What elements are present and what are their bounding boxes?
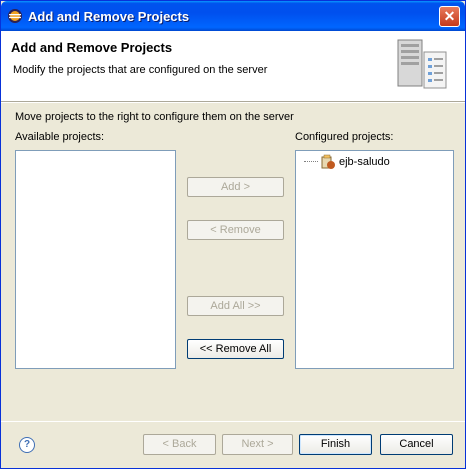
- cancel-button[interactable]: Cancel: [380, 434, 453, 455]
- available-projects-label: Available projects:: [15, 131, 105, 143]
- button-bar-divider: [1, 421, 465, 422]
- close-icon: ✕: [443, 8, 456, 24]
- banner-description: Modify the projects that are configured …: [13, 64, 268, 76]
- banner-divider: [1, 102, 465, 103]
- remove-all-button[interactable]: << Remove All: [187, 339, 284, 359]
- finish-button[interactable]: Finish: [299, 434, 372, 455]
- tree-connector: [304, 161, 318, 163]
- add-button[interactable]: Add >: [187, 177, 284, 197]
- title-bar[interactable]: Add and Remove Projects ✕: [1, 1, 465, 31]
- next-button[interactable]: Next >: [222, 434, 293, 455]
- window-title: Add and Remove Projects: [28, 9, 190, 24]
- back-button[interactable]: < Back: [143, 434, 216, 455]
- eclipse-icon: [8, 9, 22, 23]
- remove-button[interactable]: < Remove: [187, 220, 284, 240]
- configured-projects-list[interactable]: ejb-saludo: [295, 150, 454, 369]
- server-projects-icon: [397, 39, 447, 89]
- tree-item-ejb-saludo[interactable]: ejb-saludo: [304, 154, 390, 170]
- wizard-banner: Add and Remove Projects Modify the proje…: [1, 31, 465, 102]
- dialog-window: Add and Remove Projects ✕ Add and Remove…: [0, 0, 466, 469]
- tree-item-label: ejb-saludo: [339, 156, 390, 168]
- add-all-button[interactable]: Add All >>: [187, 296, 284, 316]
- available-projects-list[interactable]: [15, 150, 176, 369]
- banner-title: Add and Remove Projects: [11, 40, 173, 55]
- help-icon[interactable]: ?: [19, 437, 35, 453]
- instruction-text: Move projects to the right to configure …: [15, 111, 294, 123]
- close-button[interactable]: ✕: [439, 6, 460, 27]
- ejb-project-icon: [321, 154, 335, 169]
- configured-projects-label: Configured projects:: [295, 131, 394, 143]
